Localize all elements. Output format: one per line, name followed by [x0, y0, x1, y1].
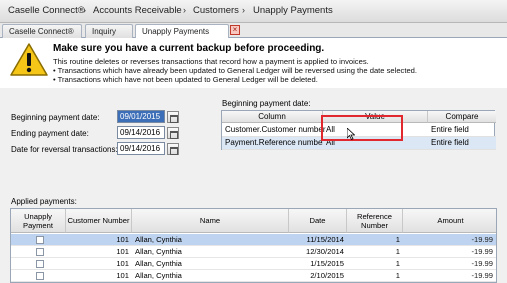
- warning-bullet-reversed: • Transactions which have already been u…: [53, 66, 418, 75]
- reference-cell: 1: [395, 271, 400, 280]
- close-tab-icon[interactable]: ×: [230, 25, 240, 35]
- column-header-customer-number[interactable]: Customer Number: [66, 209, 132, 233]
- reference-cell: 1: [395, 235, 400, 244]
- breadcrumb-accounts-receivable[interactable]: Accounts Receivable: [93, 5, 182, 16]
- breadcrumb-separator: ›: [242, 5, 245, 15]
- beginning-date-field[interactable]: 09/01/2015: [117, 110, 165, 123]
- filter-compare-cell[interactable]: Entire field: [428, 124, 496, 137]
- tab-bar: Caselle Connect® Inquiry Unapply Payment…: [0, 23, 507, 39]
- date-cell: 12/30/2014: [305, 247, 344, 256]
- tab-caselle-connect[interactable]: Caselle Connect®: [2, 24, 82, 38]
- date-cell: 11/15/2014: [306, 235, 344, 244]
- name-cell: Allan, Cynthia: [135, 235, 182, 244]
- amount-cell: -19.99: [471, 235, 493, 244]
- breadcrumb: Caselle Connect® › Accounts Receivable ›…: [0, 0, 507, 23]
- applied-payments-grid: Unapply Payment Customer Number Name Dat…: [10, 208, 497, 283]
- reversal-date-label: Date for reversal transactions:: [11, 145, 118, 154]
- unapply-checkbox[interactable]: [36, 272, 44, 280]
- breadcrumb-separator: ›: [183, 5, 186, 15]
- name-cell: Allan, Cynthia: [135, 271, 182, 280]
- calendar-icon[interactable]: [167, 111, 179, 123]
- calendar-icon[interactable]: [167, 127, 179, 139]
- calendar-icon[interactable]: [167, 143, 179, 155]
- warning-title: Make sure you have a current backup befo…: [53, 43, 325, 54]
- column-header-unapply[interactable]: Unapply Payment: [11, 209, 66, 233]
- warning-icon: [10, 43, 48, 76]
- customer-number-cell: 101: [116, 247, 129, 256]
- table-row[interactable]: 101 Allan, Cynthia 1/15/2015 1 -19.99: [11, 258, 496, 270]
- filter-compare-cell[interactable]: Entire field: [428, 137, 496, 150]
- customer-number-cell: 101: [116, 271, 129, 280]
- customer-number-cell: 101: [116, 259, 129, 268]
- tab-inquiry[interactable]: Inquiry: [85, 24, 133, 38]
- breadcrumb-separator: ›: [83, 5, 86, 15]
- filter-title: Beginning payment date:: [222, 99, 311, 108]
- filter-column-cell[interactable]: Payment.Reference number: [222, 137, 325, 150]
- warning-bullet-deleted: • Transactions which have not been updat…: [53, 75, 318, 84]
- breadcrumb-home[interactable]: Caselle Connect®: [8, 5, 85, 16]
- amount-cell: -19.99: [471, 259, 493, 268]
- name-cell: Allan, Cynthia: [135, 259, 182, 268]
- amount-cell: -19.99: [471, 247, 493, 256]
- table-row[interactable]: 101 Allan, Cynthia 12/30/2014 1 -19.99: [11, 246, 496, 258]
- reversal-date-field[interactable]: 09/14/2016: [117, 142, 165, 155]
- warning-description: This routine deletes or reverses transac…: [53, 57, 369, 66]
- highlight-box: [321, 115, 403, 141]
- unapply-checkbox[interactable]: [36, 248, 44, 256]
- unapply-checkbox[interactable]: [36, 236, 44, 244]
- table-row[interactable]: 101 Allan, Cynthia 11/15/2014 1 -19.99: [11, 234, 496, 246]
- column-header-date[interactable]: Date: [289, 209, 347, 233]
- filter-column-cell[interactable]: Customer.Customer number: [222, 124, 325, 137]
- amount-cell: -19.99: [471, 271, 493, 280]
- ending-date-label: Ending payment date:: [11, 129, 89, 138]
- date-cell: 1/15/2015: [310, 259, 344, 268]
- date-cell: 2/10/2015: [310, 271, 344, 280]
- reference-cell: 1: [395, 259, 400, 268]
- column-header-name[interactable]: Name: [132, 209, 289, 233]
- column-header-amount[interactable]: Amount: [403, 209, 496, 233]
- breadcrumb-unapply-payments[interactable]: Unapply Payments: [253, 5, 333, 16]
- column-header-reference-number[interactable]: Reference Number: [347, 209, 403, 233]
- breadcrumb-customers[interactable]: Customers: [193, 5, 239, 16]
- customer-number-cell: 101: [116, 235, 129, 244]
- tab-unapply-payments[interactable]: Unapply Payments: [135, 24, 229, 39]
- beginning-date-label: Beginning payment date:: [11, 113, 100, 122]
- name-cell: Allan, Cynthia: [135, 247, 182, 256]
- reference-cell: 1: [395, 247, 400, 256]
- unapply-checkbox[interactable]: [36, 260, 44, 268]
- column-header-compare[interactable]: Compare: [428, 111, 496, 123]
- column-header-column[interactable]: Column: [222, 111, 323, 123]
- ending-date-field[interactable]: 09/14/2016: [117, 126, 165, 139]
- table-row[interactable]: 101 Allan, Cynthia 2/10/2015 1 -19.99: [11, 270, 496, 282]
- applied-payments-title: Applied payments:: [11, 197, 77, 206]
- warning-panel: Make sure you have a current backup befo…: [0, 38, 507, 88]
- mouse-cursor-icon: [347, 128, 355, 140]
